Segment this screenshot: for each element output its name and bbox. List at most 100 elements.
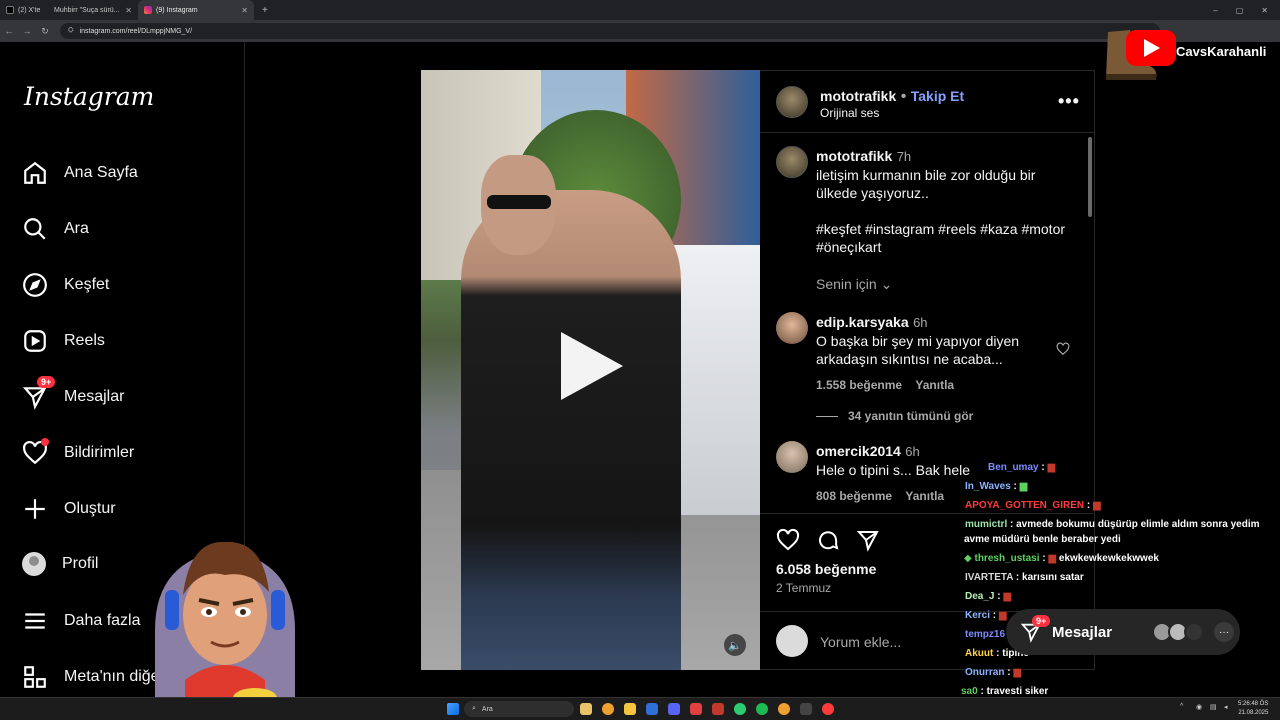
meta-apps-icon: [24, 666, 46, 688]
comment-icon[interactable]: [816, 528, 840, 552]
tab-instagram[interactable]: (9) Instagram ✕: [138, 0, 254, 20]
chat-message: ◆ thresh_ustasi : ▆ ekwkewkewkekwwek: [964, 553, 1159, 564]
sort-dropdown[interactable]: Senin için ⌄: [816, 276, 892, 293]
comments-scrollbar[interactable]: [1088, 137, 1092, 217]
chat-text: ekwkewkewkekwwek: [1058, 553, 1159, 564]
comment-likes[interactable]: 808 beğenme: [816, 489, 892, 503]
messages-float-button[interactable]: 9+ Mesajlar ···: [1006, 609, 1240, 655]
reel-video[interactable]: 🔈: [421, 70, 760, 670]
taskbar-search[interactable]: ⌕ Ara: [464, 701, 574, 717]
tab-label: (2) X'te: [18, 6, 41, 14]
sidebar-item-profile[interactable]: Profil: [22, 552, 98, 576]
follow-button[interactable]: Takip Et: [911, 88, 964, 104]
instagram-logo[interactable]: Instagram: [24, 82, 154, 111]
post-date: 2 Temmuz: [776, 581, 832, 595]
chevron-down-icon: ⌄: [880, 276, 893, 292]
close-window-icon[interactable]: ✕: [1261, 6, 1268, 15]
author-avatar[interactable]: [776, 86, 808, 118]
sidebar-item-label: Mesajlar: [64, 388, 125, 405]
volume-icon[interactable]: ◂: [1224, 703, 1228, 711]
chat-message: Dea_J : ▆: [965, 591, 1012, 602]
close-icon[interactable]: ✕: [241, 6, 248, 15]
edge-icon[interactable]: [646, 703, 658, 715]
forward-icon[interactable]: →: [18, 26, 36, 36]
network-icon[interactable]: ▤: [1210, 703, 1217, 711]
sidebar-item-search[interactable]: Ara: [22, 216, 89, 242]
plus-icon: [25, 499, 45, 519]
chat-text: karısını satar: [1022, 572, 1084, 583]
reels-icon: [24, 330, 46, 352]
like-icon[interactable]: [776, 528, 800, 552]
tab-x[interactable]: (2) X'te: [0, 0, 48, 20]
windows-start-icon[interactable]: [447, 703, 459, 715]
url-field[interactable]: ⛭ instagram.com/reel/DLmppjNMG_V/: [60, 23, 1160, 39]
notification-badge: 9+: [37, 376, 56, 388]
chat-message: In_Waves : ▆: [965, 481, 1028, 492]
mic-icon[interactable]: ◉: [1196, 703, 1202, 711]
whatsapp-icon[interactable]: [734, 703, 746, 715]
tab-muhbir[interactable]: Muhbirr "Suça sürü... ✕: [48, 0, 138, 20]
close-icon[interactable]: ✕: [125, 6, 132, 15]
play-icon[interactable]: [561, 332, 623, 400]
chrome-icon[interactable]: [778, 703, 790, 715]
post-author-line: mototrafikk • Takip Et: [820, 88, 964, 106]
sidebar-item-more[interactable]: Daha fazla: [22, 608, 141, 634]
view-replies[interactable]: 34 yanıtın tümünü gör: [816, 409, 973, 423]
new-tab-icon[interactable]: +: [262, 5, 268, 16]
menu-icon: [25, 613, 45, 629]
caption-hashtags[interactable]: #keşfet #instagram #reels #kaza #motor #…: [816, 220, 1066, 256]
sidebar-item-label: Profil: [62, 555, 99, 572]
discord-icon[interactable]: [668, 703, 680, 715]
messages-badge: 9+: [1032, 615, 1051, 627]
back-icon[interactable]: ←: [0, 26, 18, 36]
share-icon[interactable]: [856, 528, 880, 552]
sidebar-item-home[interactable]: Ana Sayfa: [22, 160, 138, 186]
folder-icon[interactable]: [624, 703, 636, 715]
spotify-icon[interactable]: [756, 703, 768, 715]
commenter-avatar[interactable]: [776, 441, 808, 473]
volume-icon[interactable]: 🔈: [724, 634, 746, 656]
app-icon[interactable]: [712, 703, 724, 715]
app-icon[interactable]: [580, 703, 592, 715]
sidebar-item-label: Ana Sayfa: [64, 164, 138, 181]
sidebar-item-notifications[interactable]: Bildirimler: [22, 438, 134, 466]
site-info-icon[interactable]: ⛭: [68, 27, 74, 35]
obs-icon[interactable]: [800, 703, 812, 715]
tray-chevron-icon[interactable]: ^: [1180, 703, 1183, 710]
taskbar-clock[interactable]: 5:26:48 ÖS 21.08.2025: [1238, 700, 1268, 718]
comment: edip.karsyaka 6h O başka bir şey mi yapı…: [816, 314, 1046, 392]
app-icon[interactable]: [822, 703, 834, 715]
search-icon: [24, 218, 46, 240]
sidebar-item-messages[interactable]: 9+ Mesajlar: [22, 376, 125, 410]
sidebar-item-explore[interactable]: Keşfet: [22, 272, 109, 298]
stream-chat: Ben_umay : ▆ In_Waves : ▆ APOYA_GOTTEN_G…: [960, 458, 1280, 703]
commenter-avatar[interactable]: [776, 312, 808, 344]
replies-line: [816, 415, 838, 417]
audio-label[interactable]: Orijinal ses: [820, 106, 879, 120]
window-controls: – ▢ ✕: [1213, 6, 1280, 15]
sidebar-item-meta[interactable]: Meta'nın diğe: [22, 664, 160, 690]
sidebar-item-create[interactable]: Oluştur: [22, 496, 116, 522]
chrome-icon[interactable]: [602, 703, 614, 715]
comment-like-icon[interactable]: [1056, 342, 1070, 356]
sort-label: Senin için: [816, 276, 877, 292]
reload-icon[interactable]: ↻: [36, 26, 54, 37]
comment-author[interactable]: omercik2014: [816, 443, 901, 459]
like-count[interactable]: 6.058 beğenme: [776, 561, 876, 577]
post-author-name[interactable]: mototrafikk: [820, 88, 896, 104]
maximize-icon[interactable]: ▢: [1236, 6, 1244, 15]
comment-likes[interactable]: 1.558 beğenme: [816, 378, 902, 392]
minimize-icon[interactable]: –: [1213, 6, 1217, 15]
sidebar-item-reels[interactable]: Reels: [22, 328, 105, 354]
caption-author-avatar[interactable]: [776, 146, 808, 178]
contact-avatar: [1184, 622, 1205, 642]
app-icon[interactable]: [690, 703, 702, 715]
reply-button[interactable]: Yanıtla: [915, 378, 954, 392]
more-options-icon[interactable]: ···: [1214, 622, 1235, 642]
tab-label: Muhbirr "Suça sürü...: [54, 6, 120, 14]
comment-author[interactable]: edip.karsyaka: [816, 314, 909, 330]
more-options-icon[interactable]: •••: [1058, 91, 1080, 112]
reply-button[interactable]: Yanıtla: [905, 489, 944, 503]
caption-author[interactable]: mototrafikk: [816, 148, 892, 164]
comment-input[interactable]: Yorum ekle...: [820, 634, 901, 650]
